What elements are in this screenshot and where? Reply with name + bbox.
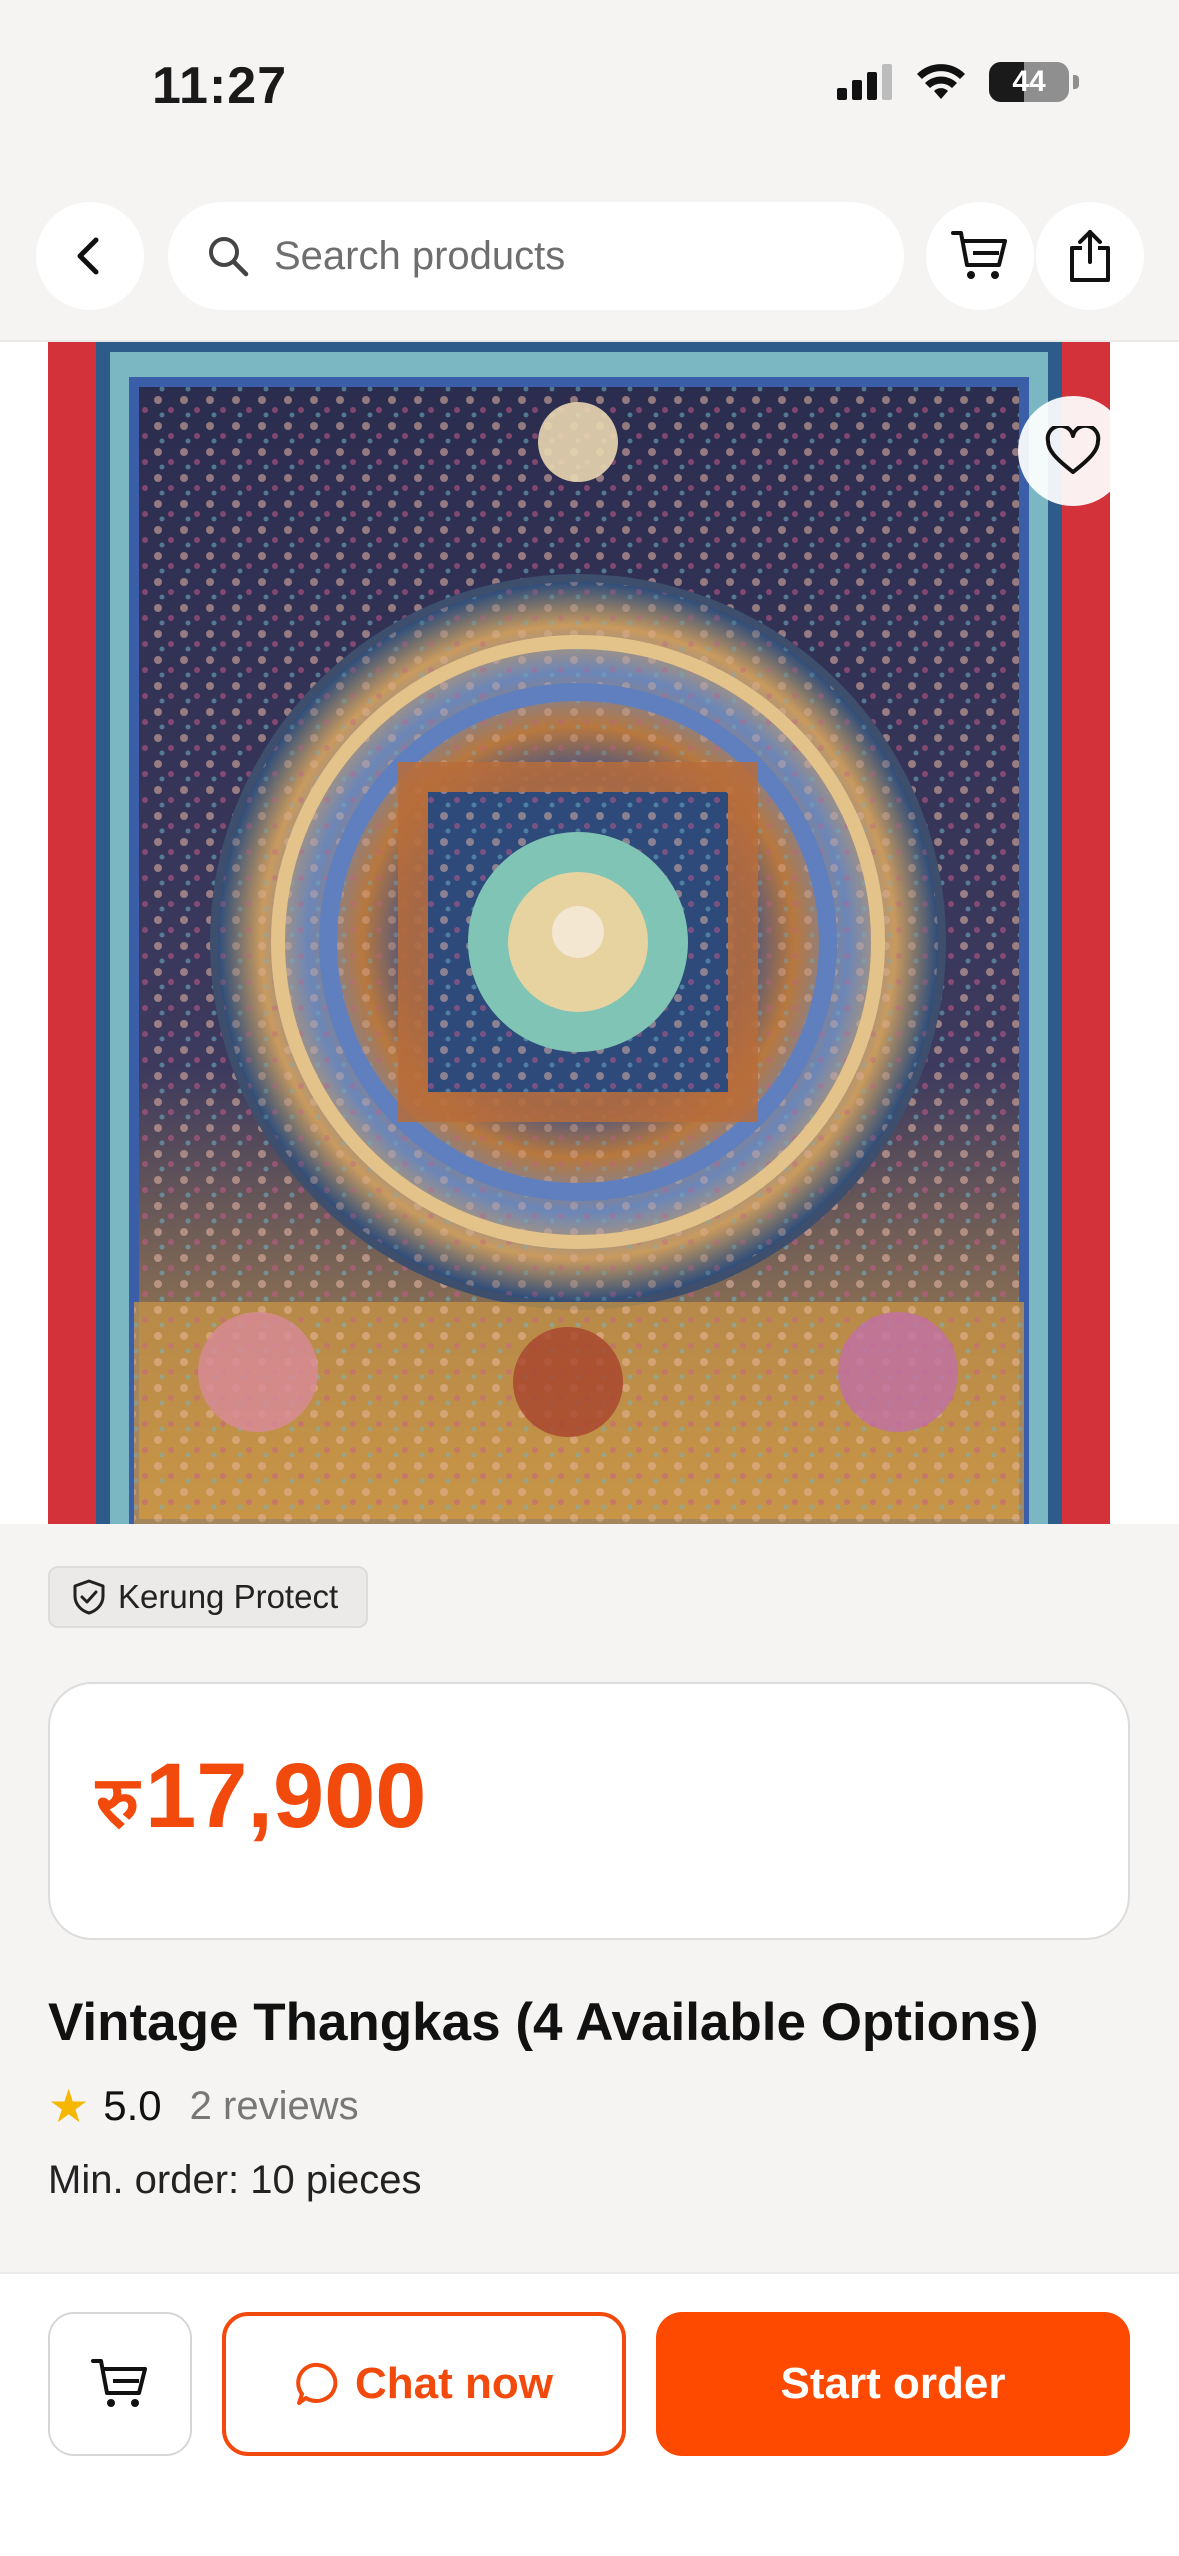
start-order-label: Start order <box>780 2359 1006 2408</box>
min-order: Min. order: 10 pieces <box>48 2158 422 2202</box>
top-header: Search products <box>0 150 1179 342</box>
search-placeholder: Search products <box>274 233 566 278</box>
back-button[interactable] <box>36 202 144 310</box>
signal-icon <box>837 64 892 100</box>
bottom-action-bar: Chat now Start order <box>0 2272 1179 2556</box>
search-input[interactable]: Search products <box>168 202 904 310</box>
battery-icon: 44 <box>989 62 1069 102</box>
protect-badge-label: Kerung Protect <box>118 1578 339 1615</box>
chat-bubble-icon <box>296 2362 338 2405</box>
share-button[interactable] <box>1036 202 1144 310</box>
cart-icon <box>91 2359 147 2407</box>
battery-level: 44 <box>1012 65 1046 98</box>
add-to-cart-button[interactable] <box>48 2312 192 2456</box>
product-image <box>48 342 1110 1524</box>
price-currency: रु <box>96 1760 140 1844</box>
rating-value: 5.0 <box>103 2082 162 2129</box>
chat-now-label: Chat now <box>355 2359 553 2408</box>
wifi-icon <box>917 64 965 99</box>
share-icon <box>1070 230 1110 282</box>
chevron-left-icon <box>77 237 99 275</box>
product-image-gallery[interactable] <box>0 342 1179 1524</box>
status-icons: 44 <box>837 62 1079 102</box>
battery-nub <box>1073 75 1079 89</box>
cart-icon <box>951 231 1007 279</box>
reviews-link[interactable]: 2 reviews <box>190 2084 359 2129</box>
star-icon: ★ <box>48 2080 90 2132</box>
status-time: 11:27 <box>152 57 288 115</box>
price-value: 17,900 <box>145 1745 427 1847</box>
cart-button[interactable] <box>926 202 1034 310</box>
product-title: Vintage Thangkas (4 Available Options) <box>48 1993 1039 2052</box>
price-card: रु 17,900 <box>48 1682 1130 1940</box>
heart-icon <box>1045 426 1101 474</box>
status-bar: 11:27 44 <box>0 0 1179 150</box>
protect-badge[interactable]: Kerung Protect <box>48 1566 369 1628</box>
shield-check-icon <box>73 1579 105 1615</box>
rating-row[interactable]: ★ 5.0 2 reviews <box>48 2082 359 2130</box>
search-icon <box>204 232 252 280</box>
favorite-button[interactable] <box>1018 396 1128 506</box>
chat-now-button[interactable]: Chat now <box>222 2312 626 2456</box>
price: रु 17,900 <box>96 1744 426 1849</box>
start-order-button[interactable]: Start order <box>656 2312 1130 2456</box>
